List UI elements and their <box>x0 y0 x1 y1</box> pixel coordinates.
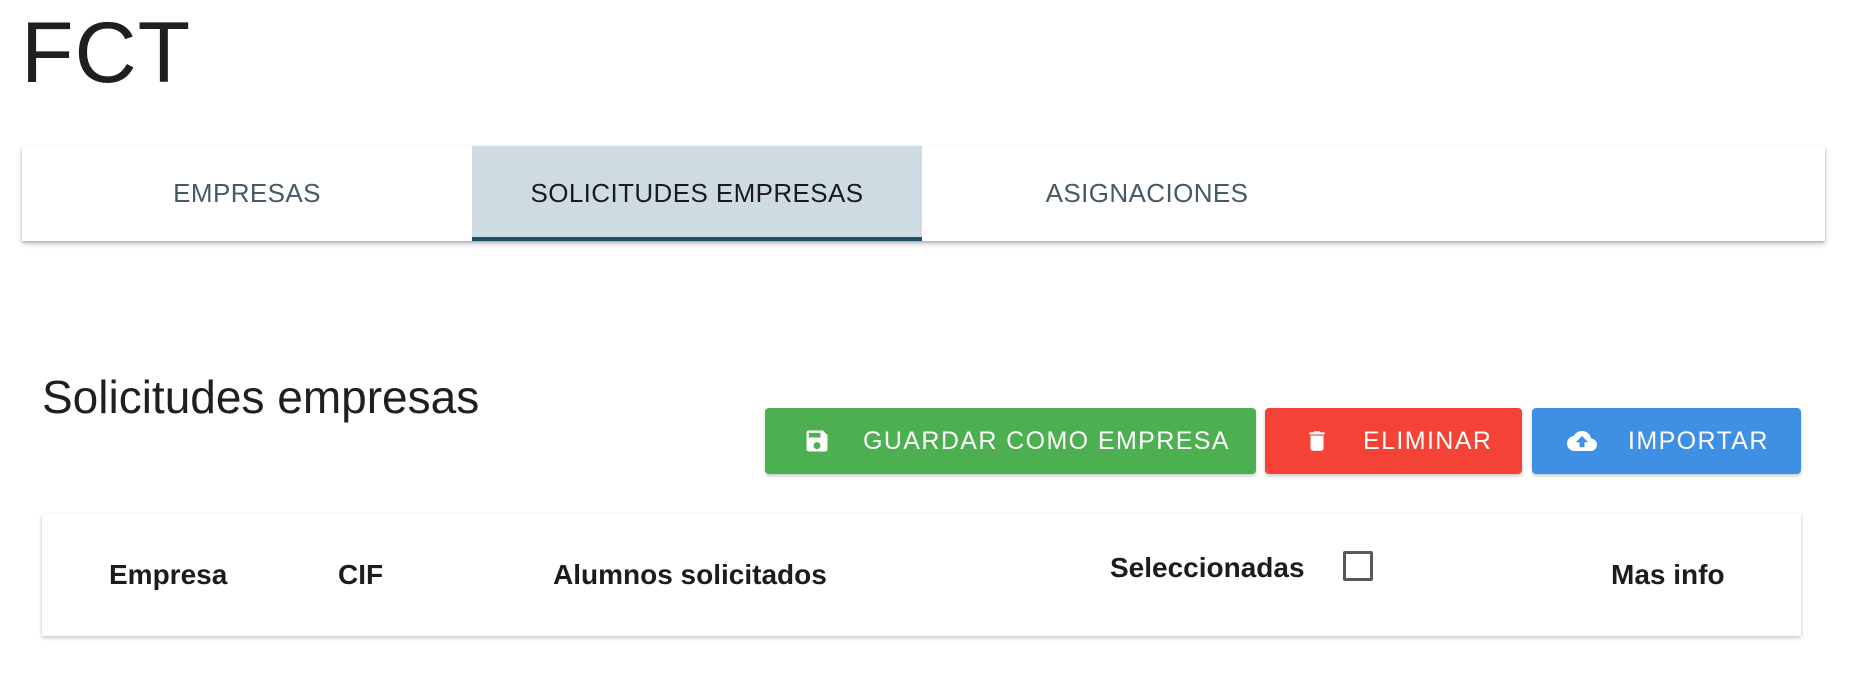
tab-empresas[interactable]: EMPRESAS <box>22 146 472 241</box>
column-header-alumnos-solicitados[interactable]: Alumnos solicitados <box>553 561 827 589</box>
column-header-cif[interactable]: CIF <box>338 561 383 589</box>
trash-icon <box>1301 425 1333 457</box>
import-label: IMPORTAR <box>1628 426 1769 455</box>
column-header-seleccionadas: Seleccionadas <box>1110 552 1305 583</box>
app-title: FCT <box>21 5 192 101</box>
delete-button[interactable]: ELIMINAR <box>1265 408 1522 474</box>
select-all-checkbox[interactable] <box>1343 551 1373 581</box>
column-header-empresa[interactable]: Empresa <box>109 561 227 589</box>
delete-label: ELIMINAR <box>1363 426 1493 455</box>
tab-asignaciones[interactable]: ASIGNACIONES <box>922 146 1372 241</box>
section-title: Solicitudes empresas <box>42 371 480 424</box>
tabs-bar: EMPRESAS SOLICITUDES EMPRESAS ASIGNACION… <box>22 146 1825 241</box>
save-icon <box>801 425 833 457</box>
column-header-mas-info: Mas info <box>1611 559 1725 590</box>
save-as-company-button[interactable]: GUARDAR COMO EMPRESA <box>765 408 1256 474</box>
import-button[interactable]: IMPORTAR <box>1532 408 1801 474</box>
tab-solicitudes-empresas[interactable]: SOLICITUDES EMPRESAS <box>472 146 922 241</box>
save-as-company-label: GUARDAR COMO EMPRESA <box>863 426 1230 455</box>
cloud-upload-icon <box>1566 425 1598 457</box>
requests-table: Empresa CIF Alumnos solicitados Seleccio… <box>42 514 1801 636</box>
